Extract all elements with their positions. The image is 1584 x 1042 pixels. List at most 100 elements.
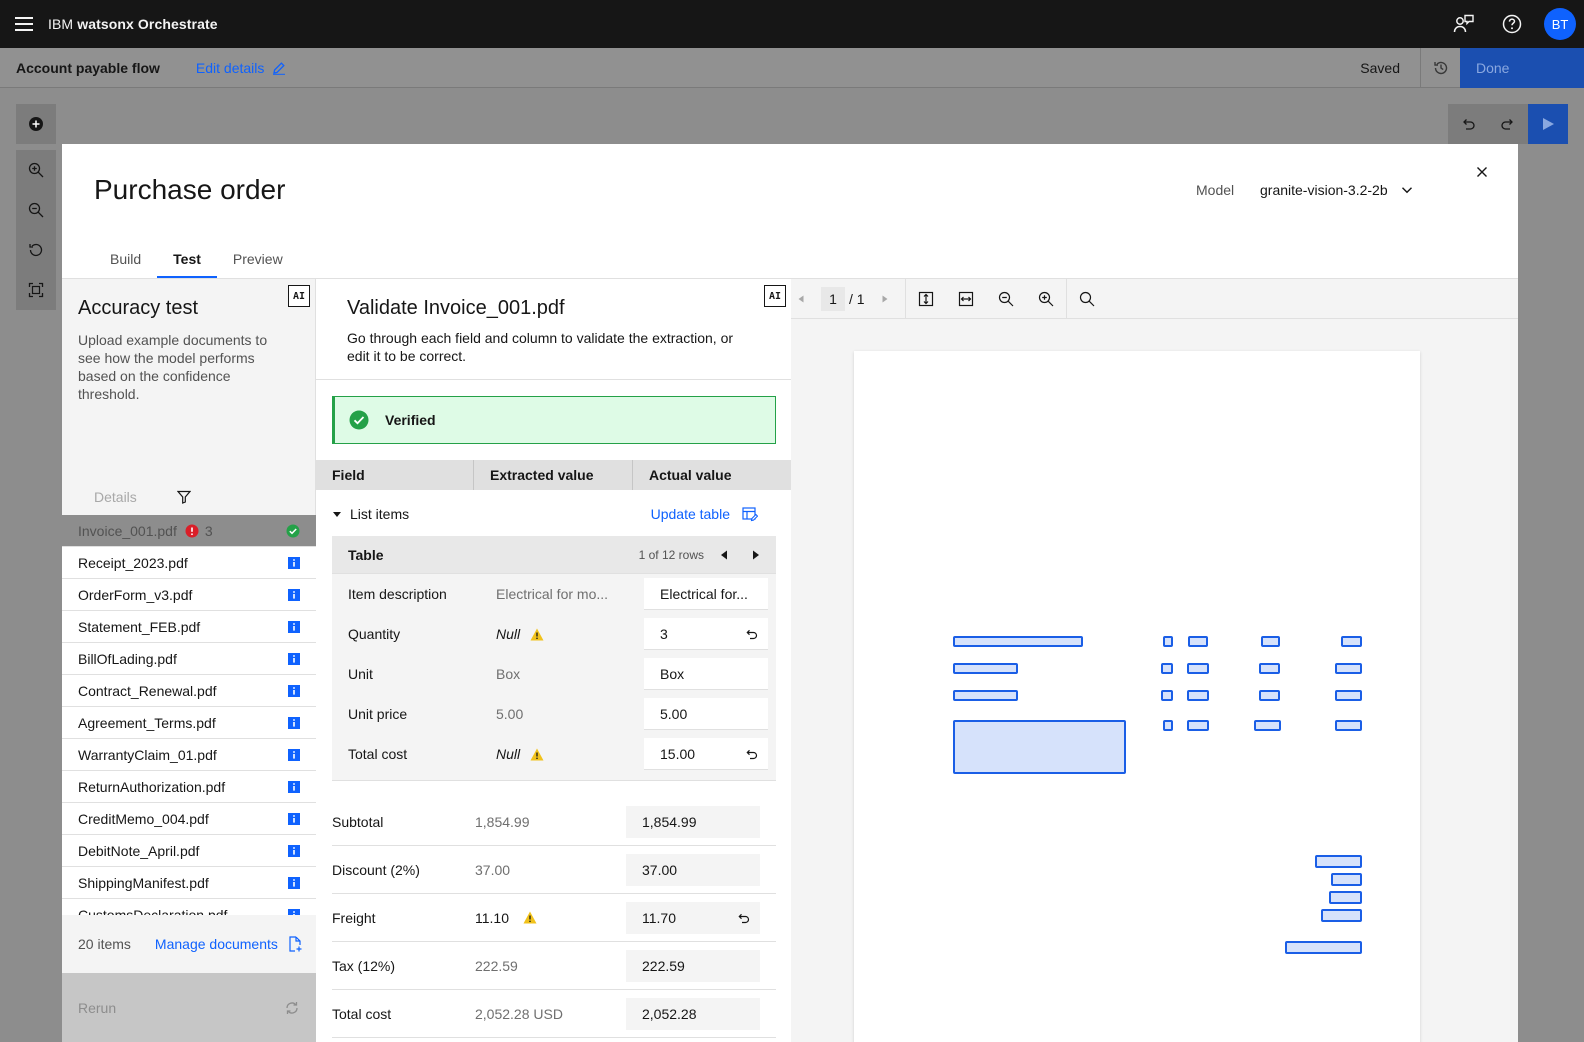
- actual-value: 15.00: [660, 745, 696, 762]
- extraction-highlight[interactable]: [1341, 636, 1362, 647]
- document-item[interactable]: Statement_FEB.pdf: [62, 611, 316, 643]
- zoom-out-icon[interactable]: [16, 190, 56, 230]
- actual-value-input[interactable]: 1,854.99: [626, 805, 760, 838]
- extraction-highlight[interactable]: [1285, 941, 1362, 954]
- verified-label: Verified: [385, 412, 436, 428]
- revert-icon[interactable]: [736, 911, 750, 925]
- list-items-label[interactable]: List items: [350, 506, 409, 522]
- extraction-highlight[interactable]: [1161, 663, 1173, 674]
- field-label: Total cost: [332, 1005, 392, 1022]
- extraction-highlight[interactable]: [1163, 720, 1173, 731]
- extraction-highlight[interactable]: [953, 663, 1018, 674]
- field-label: Subtotal: [332, 813, 384, 830]
- actual-value-input[interactable]: 5.00: [644, 698, 768, 730]
- fit-width-icon[interactable]: [946, 279, 986, 319]
- document-item[interactable]: BillOfLading.pdf: [62, 643, 316, 675]
- validation-title: Validate Invoice_001.pdf: [347, 297, 565, 319]
- document-list: Invoice_001.pdf 3 Receipt_2023.pdf Order…: [62, 515, 316, 915]
- actual-value-input[interactable]: 15.00: [644, 738, 768, 770]
- zoom-in-icon[interactable]: [1026, 279, 1066, 319]
- agent-chat-icon[interactable]: [1440, 0, 1488, 48]
- document-item[interactable]: WarrantyClaim_01.pdf: [62, 739, 316, 771]
- document-item[interactable]: ShippingManifest.pdf: [62, 867, 316, 899]
- extraction-highlight[interactable]: [1261, 636, 1280, 647]
- document-item[interactable]: CreditMemo_004.pdf: [62, 803, 316, 835]
- extraction-highlight[interactable]: [1187, 690, 1209, 701]
- document-item[interactable]: DebitNote_April.pdf: [62, 835, 316, 867]
- next-page-icon[interactable]: [865, 279, 905, 319]
- previous-row-icon[interactable]: [720, 550, 728, 560]
- extraction-highlight[interactable]: [953, 690, 1018, 701]
- page-number-input[interactable]: 1: [821, 286, 845, 311]
- actual-value-input[interactable]: 11.70: [626, 901, 760, 934]
- zoom-in-icon[interactable]: [16, 150, 56, 190]
- document-item[interactable]: ReturnAuthorization.pdf: [62, 771, 316, 803]
- actual-value-input[interactable]: 2,052.28: [626, 997, 760, 1030]
- extraction-highlight[interactable]: [1187, 720, 1209, 731]
- close-icon[interactable]: [1466, 156, 1498, 188]
- table-row: Total cost Null 15.00: [332, 734, 776, 774]
- hamburger-menu-icon[interactable]: [0, 0, 48, 48]
- undo-icon[interactable]: [1448, 104, 1488, 144]
- product-name[interactable]: IBM watsonx Orchestrate: [48, 16, 218, 32]
- fit-height-icon[interactable]: [906, 279, 946, 319]
- extraction-highlight[interactable]: [1315, 855, 1362, 868]
- actual-value-input[interactable]: 37.00: [626, 853, 760, 886]
- extraction-highlight[interactable]: [953, 720, 1126, 774]
- manage-documents-link[interactable]: Manage documents: [155, 936, 302, 952]
- document-item[interactable]: Receipt_2023.pdf: [62, 547, 316, 579]
- extraction-highlight[interactable]: [1259, 690, 1280, 701]
- avatar[interactable]: BT: [1544, 8, 1576, 40]
- rerun-button[interactable]: Rerun: [62, 973, 316, 1042]
- divider: [316, 379, 791, 380]
- document-item[interactable]: Agreement_Terms.pdf: [62, 707, 316, 739]
- caret-down-icon[interactable]: [332, 509, 342, 519]
- done-button[interactable]: Done: [1460, 47, 1584, 88]
- zoom-out-icon[interactable]: [986, 279, 1026, 319]
- help-icon[interactable]: [1488, 0, 1536, 48]
- extraction-highlight[interactable]: [1161, 690, 1173, 701]
- update-table-link[interactable]: Update table: [651, 506, 758, 522]
- actual-value-input[interactable]: 222.59: [626, 949, 760, 982]
- document-item[interactable]: CustomsDeclaration.pdf: [62, 899, 316, 915]
- filter-icon[interactable]: [176, 490, 191, 504]
- canvas-zoom-tools: [16, 150, 56, 310]
- revert-icon[interactable]: [744, 747, 758, 761]
- next-row-icon[interactable]: [752, 550, 760, 560]
- extraction-highlight[interactable]: [1331, 873, 1362, 886]
- search-icon[interactable]: [1067, 279, 1107, 319]
- extraction-highlight[interactable]: [1335, 663, 1362, 674]
- actual-value-input[interactable]: 3: [644, 618, 768, 650]
- extraction-highlight[interactable]: [1188, 636, 1208, 647]
- extraction-highlight[interactable]: [1335, 720, 1362, 731]
- pencil-icon: [272, 61, 286, 75]
- tab-build[interactable]: Build: [94, 242, 157, 278]
- extraction-highlight[interactable]: [1163, 636, 1173, 647]
- actual-value-input[interactable]: Electrical for...: [644, 578, 768, 610]
- version-history-icon[interactable]: [1420, 47, 1460, 88]
- fit-to-screen-icon[interactable]: [16, 270, 56, 310]
- tab-test[interactable]: Test: [157, 242, 217, 278]
- redo-icon[interactable]: [1488, 104, 1528, 144]
- extraction-highlight[interactable]: [1187, 663, 1209, 674]
- revert-icon[interactable]: [744, 627, 758, 641]
- document-item[interactable]: Invoice_001.pdf 3: [62, 515, 316, 547]
- edit-details-link[interactable]: Edit details: [196, 60, 286, 76]
- field-label: Discount (2%): [332, 861, 420, 878]
- extraction-highlight[interactable]: [1259, 663, 1280, 674]
- document-item[interactable]: Contract_Renewal.pdf: [62, 675, 316, 707]
- extraction-highlight[interactable]: [1321, 909, 1362, 922]
- previous-page-icon[interactable]: [791, 279, 811, 319]
- info-icon: [288, 876, 300, 889]
- extraction-highlight[interactable]: [1335, 690, 1362, 701]
- reset-zoom-icon[interactable]: [16, 230, 56, 270]
- extraction-highlight[interactable]: [1254, 720, 1281, 731]
- tab-preview[interactable]: Preview: [217, 242, 299, 278]
- extraction-highlight[interactable]: [953, 636, 1083, 647]
- extraction-highlight[interactable]: [1329, 891, 1362, 904]
- add-icon[interactable]: [16, 104, 56, 144]
- actual-value-input[interactable]: Box: [644, 658, 768, 690]
- run-icon[interactable]: [1528, 104, 1568, 144]
- model-dropdown[interactable]: granite-vision-3.2-2b: [1260, 174, 1414, 206]
- document-item[interactable]: OrderForm_v3.pdf: [62, 579, 316, 611]
